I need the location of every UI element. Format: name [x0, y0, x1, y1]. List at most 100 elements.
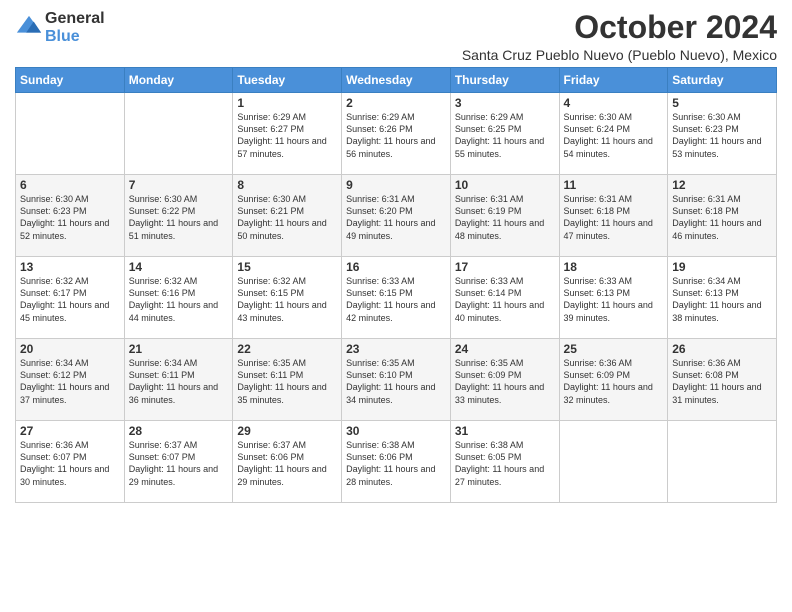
day-info: Sunrise: 6:36 AMSunset: 6:07 PMDaylight:… — [20, 439, 120, 488]
month-title: October 2024 — [462, 10, 777, 45]
day-info: Sunrise: 6:32 AMSunset: 6:16 PMDaylight:… — [129, 275, 229, 324]
day-number: 10 — [455, 178, 555, 192]
day-number: 20 — [20, 342, 120, 356]
day-number: 24 — [455, 342, 555, 356]
cell-0-6: 5Sunrise: 6:30 AMSunset: 6:23 PMDaylight… — [668, 93, 777, 175]
header: General Blue October 2024 Santa Cruz Pue… — [15, 10, 777, 63]
cell-3-1: 21Sunrise: 6:34 AMSunset: 6:11 PMDayligh… — [124, 339, 233, 421]
day-number: 28 — [129, 424, 229, 438]
day-info: Sunrise: 6:34 AMSunset: 6:11 PMDaylight:… — [129, 357, 229, 406]
cell-3-4: 24Sunrise: 6:35 AMSunset: 6:09 PMDayligh… — [450, 339, 559, 421]
day-number: 16 — [346, 260, 446, 274]
day-info: Sunrise: 6:33 AMSunset: 6:14 PMDaylight:… — [455, 275, 555, 324]
day-info: Sunrise: 6:30 AMSunset: 6:23 PMDaylight:… — [20, 193, 120, 242]
cell-3-0: 20Sunrise: 6:34 AMSunset: 6:12 PMDayligh… — [16, 339, 125, 421]
day-info: Sunrise: 6:35 AMSunset: 6:10 PMDaylight:… — [346, 357, 446, 406]
day-info: Sunrise: 6:37 AMSunset: 6:06 PMDaylight:… — [237, 439, 337, 488]
day-number: 29 — [237, 424, 337, 438]
col-saturday: Saturday — [668, 68, 777, 93]
day-info: Sunrise: 6:34 AMSunset: 6:12 PMDaylight:… — [20, 357, 120, 406]
day-number: 11 — [564, 178, 664, 192]
page: General Blue October 2024 Santa Cruz Pue… — [0, 0, 792, 612]
day-info: Sunrise: 6:31 AMSunset: 6:18 PMDaylight:… — [672, 193, 772, 242]
cell-4-6 — [668, 421, 777, 503]
title-block: October 2024 Santa Cruz Pueblo Nuevo (Pu… — [462, 10, 777, 63]
day-number: 6 — [20, 178, 120, 192]
day-info: Sunrise: 6:29 AMSunset: 6:27 PMDaylight:… — [237, 111, 337, 160]
day-info: Sunrise: 6:36 AMSunset: 6:09 PMDaylight:… — [564, 357, 664, 406]
day-info: Sunrise: 6:31 AMSunset: 6:18 PMDaylight:… — [564, 193, 664, 242]
day-info: Sunrise: 6:33 AMSunset: 6:13 PMDaylight:… — [564, 275, 664, 324]
day-number: 7 — [129, 178, 229, 192]
logo-general: General — [45, 10, 105, 28]
cell-2-4: 17Sunrise: 6:33 AMSunset: 6:14 PMDayligh… — [450, 257, 559, 339]
logo-text: General Blue — [45, 10, 105, 45]
cell-0-5: 4Sunrise: 6:30 AMSunset: 6:24 PMDaylight… — [559, 93, 668, 175]
logo: General Blue — [15, 10, 105, 45]
day-number: 8 — [237, 178, 337, 192]
cell-2-2: 15Sunrise: 6:32 AMSunset: 6:15 PMDayligh… — [233, 257, 342, 339]
cell-4-4: 31Sunrise: 6:38 AMSunset: 6:05 PMDayligh… — [450, 421, 559, 503]
week-row-2: 6Sunrise: 6:30 AMSunset: 6:23 PMDaylight… — [16, 175, 777, 257]
logo-blue: Blue — [45, 28, 105, 46]
day-number: 13 — [20, 260, 120, 274]
day-info: Sunrise: 6:30 AMSunset: 6:22 PMDaylight:… — [129, 193, 229, 242]
day-info: Sunrise: 6:29 AMSunset: 6:26 PMDaylight:… — [346, 111, 446, 160]
cell-2-6: 19Sunrise: 6:34 AMSunset: 6:13 PMDayligh… — [668, 257, 777, 339]
day-number: 26 — [672, 342, 772, 356]
day-info: Sunrise: 6:31 AMSunset: 6:19 PMDaylight:… — [455, 193, 555, 242]
day-info: Sunrise: 6:35 AMSunset: 6:09 PMDaylight:… — [455, 357, 555, 406]
day-number: 17 — [455, 260, 555, 274]
cell-1-1: 7Sunrise: 6:30 AMSunset: 6:22 PMDaylight… — [124, 175, 233, 257]
day-info: Sunrise: 6:36 AMSunset: 6:08 PMDaylight:… — [672, 357, 772, 406]
day-info: Sunrise: 6:38 AMSunset: 6:06 PMDaylight:… — [346, 439, 446, 488]
day-info: Sunrise: 6:29 AMSunset: 6:25 PMDaylight:… — [455, 111, 555, 160]
cell-3-6: 26Sunrise: 6:36 AMSunset: 6:08 PMDayligh… — [668, 339, 777, 421]
week-row-1: 1Sunrise: 6:29 AMSunset: 6:27 PMDaylight… — [16, 93, 777, 175]
week-row-4: 20Sunrise: 6:34 AMSunset: 6:12 PMDayligh… — [16, 339, 777, 421]
cell-1-3: 9Sunrise: 6:31 AMSunset: 6:20 PMDaylight… — [342, 175, 451, 257]
weekday-header-row: Sunday Monday Tuesday Wednesday Thursday… — [16, 68, 777, 93]
day-number: 2 — [346, 96, 446, 110]
day-number: 12 — [672, 178, 772, 192]
day-number: 4 — [564, 96, 664, 110]
day-number: 18 — [564, 260, 664, 274]
cell-0-0 — [16, 93, 125, 175]
day-info: Sunrise: 6:31 AMSunset: 6:20 PMDaylight:… — [346, 193, 446, 242]
day-info: Sunrise: 6:32 AMSunset: 6:15 PMDaylight:… — [237, 275, 337, 324]
cell-1-2: 8Sunrise: 6:30 AMSunset: 6:21 PMDaylight… — [233, 175, 342, 257]
cell-1-6: 12Sunrise: 6:31 AMSunset: 6:18 PMDayligh… — [668, 175, 777, 257]
day-number: 22 — [237, 342, 337, 356]
col-sunday: Sunday — [16, 68, 125, 93]
day-info: Sunrise: 6:32 AMSunset: 6:17 PMDaylight:… — [20, 275, 120, 324]
cell-2-3: 16Sunrise: 6:33 AMSunset: 6:15 PMDayligh… — [342, 257, 451, 339]
cell-2-5: 18Sunrise: 6:33 AMSunset: 6:13 PMDayligh… — [559, 257, 668, 339]
cell-0-3: 2Sunrise: 6:29 AMSunset: 6:26 PMDaylight… — [342, 93, 451, 175]
cell-1-5: 11Sunrise: 6:31 AMSunset: 6:18 PMDayligh… — [559, 175, 668, 257]
cell-0-2: 1Sunrise: 6:29 AMSunset: 6:27 PMDaylight… — [233, 93, 342, 175]
cell-4-2: 29Sunrise: 6:37 AMSunset: 6:06 PMDayligh… — [233, 421, 342, 503]
day-number: 27 — [20, 424, 120, 438]
day-info: Sunrise: 6:30 AMSunset: 6:21 PMDaylight:… — [237, 193, 337, 242]
day-number: 19 — [672, 260, 772, 274]
day-number: 25 — [564, 342, 664, 356]
day-info: Sunrise: 6:35 AMSunset: 6:11 PMDaylight:… — [237, 357, 337, 406]
cell-1-4: 10Sunrise: 6:31 AMSunset: 6:19 PMDayligh… — [450, 175, 559, 257]
day-info: Sunrise: 6:30 AMSunset: 6:23 PMDaylight:… — [672, 111, 772, 160]
cell-0-1 — [124, 93, 233, 175]
col-tuesday: Tuesday — [233, 68, 342, 93]
week-row-5: 27Sunrise: 6:36 AMSunset: 6:07 PMDayligh… — [16, 421, 777, 503]
day-number: 9 — [346, 178, 446, 192]
cell-2-1: 14Sunrise: 6:32 AMSunset: 6:16 PMDayligh… — [124, 257, 233, 339]
cell-2-0: 13Sunrise: 6:32 AMSunset: 6:17 PMDayligh… — [16, 257, 125, 339]
day-info: Sunrise: 6:38 AMSunset: 6:05 PMDaylight:… — [455, 439, 555, 488]
day-number: 5 — [672, 96, 772, 110]
location-title: Santa Cruz Pueblo Nuevo (Pueblo Nuevo), … — [462, 47, 777, 63]
cell-4-3: 30Sunrise: 6:38 AMSunset: 6:06 PMDayligh… — [342, 421, 451, 503]
day-number: 1 — [237, 96, 337, 110]
cell-3-3: 23Sunrise: 6:35 AMSunset: 6:10 PMDayligh… — [342, 339, 451, 421]
day-number: 31 — [455, 424, 555, 438]
col-wednesday: Wednesday — [342, 68, 451, 93]
cell-0-4: 3Sunrise: 6:29 AMSunset: 6:25 PMDaylight… — [450, 93, 559, 175]
col-monday: Monday — [124, 68, 233, 93]
